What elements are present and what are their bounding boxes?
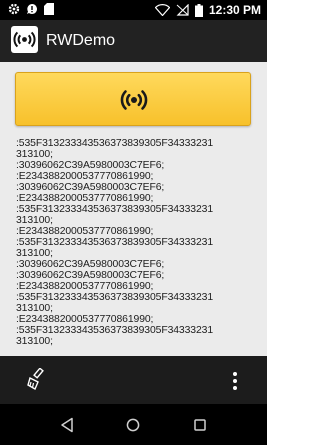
alert-bubble-icon — [27, 4, 37, 14]
recents-icon[interactable] — [194, 419, 206, 431]
system-nav-bar — [0, 404, 267, 445]
log-line: :535F313233343536373839305F34333231 — [16, 292, 214, 303]
scan-button[interactable] — [15, 72, 251, 126]
rfid-app-icon — [11, 26, 38, 53]
overflow-menu-icon[interactable] — [232, 371, 238, 391]
log-line: :E2343882000537770861990; — [16, 314, 154, 325]
log-line: :30396062C39A5980003C7EF6; — [16, 270, 165, 281]
log-line: :E2343882000537770861990; — [16, 226, 154, 237]
log-line: 313100; — [16, 248, 53, 259]
tag-log[interactable]: :535F313233343536373839305F34333231 3131… — [0, 138, 267, 356]
log-line: :30396062C39A5980003C7EF6; — [16, 182, 165, 193]
sd-card-icon — [44, 3, 54, 15]
log-line: :535F313233343536373839305F34333231 — [16, 237, 214, 248]
rfid-signal-icon — [120, 90, 148, 110]
log-line: :535F313233343536373839305F34333231 — [16, 138, 214, 149]
log-line: :30396062C39A5980003C7EF6; — [16, 160, 165, 171]
app-bar: RWDemo — [0, 20, 267, 62]
clean-brush-icon[interactable] — [27, 368, 49, 390]
log-line: 313100; — [16, 149, 53, 160]
bottom-action-bar — [0, 356, 267, 404]
log-line: :535F313233343536373839305F34333231 — [16, 325, 214, 336]
app-title: RWDemo — [46, 32, 116, 49]
log-line: 313100; — [16, 303, 53, 314]
log-line: :30396062C39A5980003C7EF6; — [16, 259, 165, 270]
cellular-off-icon — [176, 4, 189, 16]
back-icon[interactable] — [60, 417, 74, 433]
settings-icon — [8, 3, 20, 15]
log-line: :E2343882000537770861990; — [16, 281, 154, 292]
log-line: :535F313233343536373839305F34333231 — [16, 204, 214, 215]
log-line: :E2343882000537770861990; — [16, 171, 154, 182]
status-right: 12:30 PM — [154, 2, 261, 18]
battery-icon — [194, 3, 203, 17]
wifi-icon — [154, 4, 170, 16]
log-line: :E2343882000537770861990; — [16, 193, 154, 204]
status-bar: 12:30 PM — [0, 0, 267, 20]
home-icon[interactable] — [126, 418, 140, 432]
scan-button-area — [0, 62, 267, 138]
log-line: 313100; — [16, 336, 53, 347]
status-left-icons — [8, 3, 54, 15]
status-time: 12:30 PM — [208, 3, 261, 17]
log-line: 313100; — [16, 215, 53, 226]
